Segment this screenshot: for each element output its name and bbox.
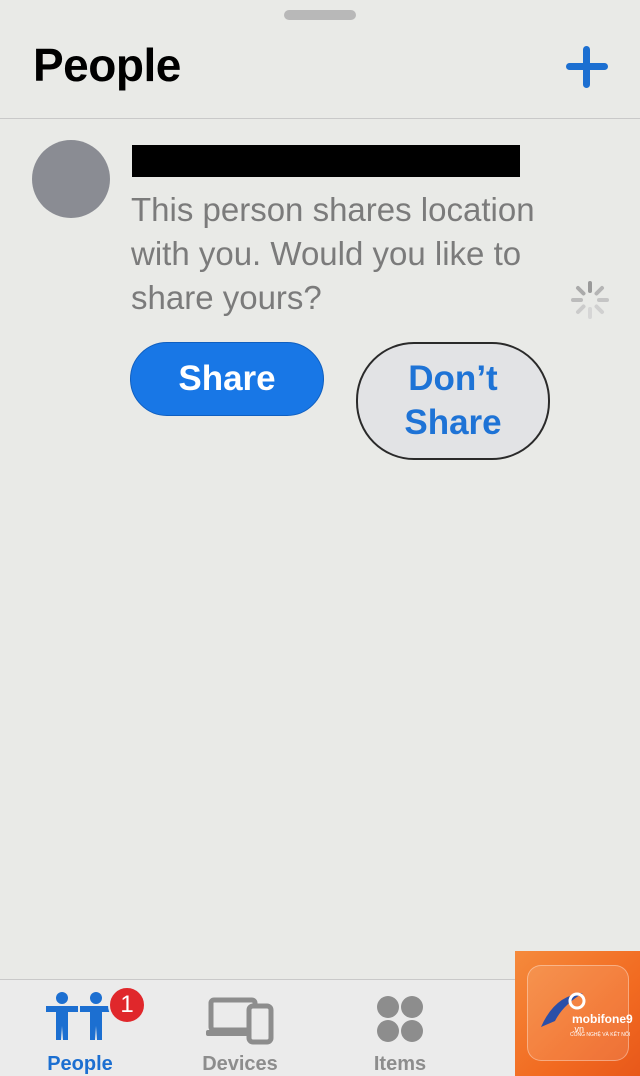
watermark-tagline: CÔNG NGHỆ VÀ KẾT NỐI: [570, 1032, 631, 1038]
items-icon: [377, 996, 423, 1042]
invite-message: This person shares location with you. Wo…: [131, 191, 535, 316]
header: People: [0, 0, 640, 119]
dont-share-button[interactable]: Don’t Share: [356, 342, 550, 460]
tab-people[interactable]: 1 People: [0, 980, 160, 1076]
plus-icon: [566, 46, 608, 88]
share-button[interactable]: Share: [130, 342, 324, 416]
dont-share-label-line1: Don’t: [408, 359, 498, 398]
people-icon: [46, 992, 112, 1040]
spinner-icon: [570, 280, 610, 320]
notification-badge: 1: [108, 986, 146, 1024]
devices-icon: [206, 997, 274, 1045]
person-name-redacted: [132, 145, 520, 177]
tab-label-people: People: [47, 1053, 113, 1075]
add-button[interactable]: [562, 42, 612, 92]
tab-devices[interactable]: Devices: [160, 980, 320, 1076]
avatar: [32, 140, 110, 218]
tab-label-items: Items: [373, 1053, 427, 1075]
tab-items[interactable]: Items: [320, 980, 480, 1076]
tab-label-devices: Devices: [202, 1053, 278, 1075]
page-title: People: [33, 39, 181, 91]
dont-share-label-line2: Share: [404, 403, 502, 442]
